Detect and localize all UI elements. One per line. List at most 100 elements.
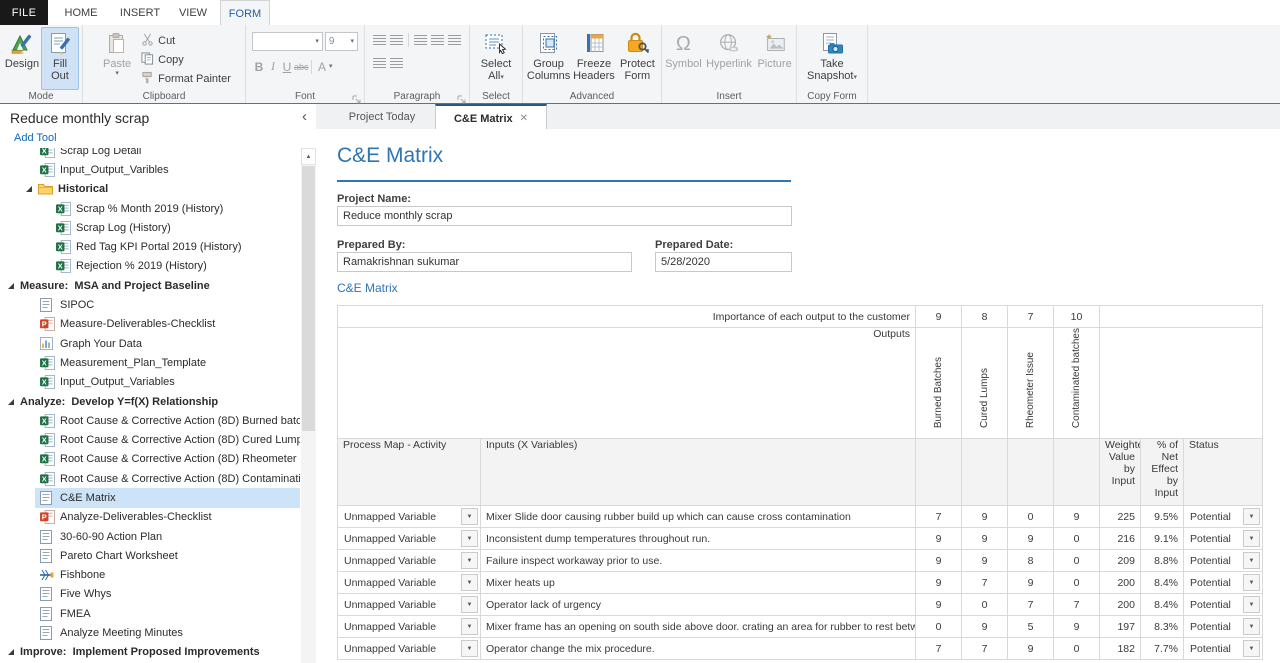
expand-triangle-icon[interactable] [8,283,14,289]
activity-dropdown[interactable]: Unmapped Variable▼ [338,572,481,594]
font-name-combobox[interactable]: ▾ [252,32,323,51]
input-variable-cell[interactable]: Failure inspect workaway prior to use. [481,550,916,572]
score-cell[interactable]: 9 [1054,506,1100,528]
copy-button[interactable]: Copy [141,50,231,69]
prepared-date-input[interactable]: 5/28/2020 [655,252,792,272]
output-name-cell[interactable]: Rheometer Issue [1008,328,1054,439]
ribbon-tab-view[interactable]: VIEW [170,0,216,25]
expand-triangle-icon[interactable] [8,649,14,655]
input-variable-cell[interactable]: Operator change the mix procedure. [481,638,916,660]
tree-item[interactable]: Historical [0,180,300,199]
importance-value[interactable]: 7 [1008,306,1054,328]
score-cell[interactable]: 9 [1008,638,1054,660]
design-button[interactable]: Design [3,27,41,90]
bold-button[interactable]: B [252,60,266,74]
tree-item[interactable]: FMEA [0,604,300,623]
tree-item[interactable]: XScrap % Month 2019 (History) [0,199,300,218]
paste-button[interactable]: Paste ▾ [97,27,137,90]
prepared-by-input[interactable]: Ramakrishnan sukumar [337,252,632,272]
file-tab[interactable]: FILE [0,0,48,25]
score-cell[interactable]: 0 [1008,506,1054,528]
score-cell[interactable]: 9 [962,528,1008,550]
score-cell[interactable]: 7 [962,572,1008,594]
tree-item[interactable]: 30-60-90 Action Plan [0,527,300,546]
tree-item[interactable]: XScrap Log Detail [0,148,300,160]
score-cell[interactable]: 9 [1008,528,1054,550]
bullet-list-icon[interactable] [373,35,386,45]
output-name-cell[interactable]: Burned Batches [916,328,962,439]
tree-item[interactable]: PMeasure-Deliverables-Checklist [0,315,300,334]
dropdown-arrow-icon[interactable]: ▼ [461,596,478,613]
ribbon-tab-insert[interactable]: INSERT [112,0,168,25]
tree-item[interactable]: Pareto Chart Worksheet [0,546,300,565]
tree-item[interactable]: XRoot Cause & Corrective Action (8D) Con… [0,469,300,488]
activity-dropdown[interactable]: Unmapped Variable▼ [338,616,481,638]
expand-triangle-icon[interactable] [26,186,32,192]
dropdown-arrow-icon[interactable]: ▼ [461,552,478,569]
picture-button[interactable]: Picture [755,27,794,90]
status-dropdown[interactable]: Potential▼ [1184,506,1263,528]
activity-dropdown[interactable]: Unmapped Variable▼ [338,594,481,616]
dropdown-arrow-icon[interactable]: ▼ [1243,596,1260,613]
score-cell[interactable]: 5 [1008,616,1054,638]
score-cell[interactable]: 0 [1054,638,1100,660]
align-center-icon[interactable] [431,35,444,45]
fill-out-button[interactable]: Fill Out [41,27,79,90]
dropdown-arrow-icon[interactable]: ▼ [1243,618,1260,635]
score-cell[interactable]: 9 [916,528,962,550]
score-cell[interactable]: 7 [1008,594,1054,616]
hyperlink-button[interactable]: Hyperlink [703,27,755,90]
score-cell[interactable]: 9 [1054,616,1100,638]
dialog-launcher-icon[interactable] [457,92,467,102]
tree-item[interactable]: Five Whys [0,585,300,604]
align-left-icon[interactable] [414,35,427,45]
score-cell[interactable]: 0 [962,594,1008,616]
scroll-up-icon[interactable]: ▲ [301,148,316,165]
tree-item[interactable]: Fishbone [0,566,300,585]
tree-item[interactable]: PAnalyze-Deliverables-Checklist [0,508,300,527]
ribbon-tab-home[interactable]: HOME [52,0,110,25]
input-variable-cell[interactable]: Mixer heats up [481,572,916,594]
tree-item[interactable]: XRoot Cause & Corrective Action (8D) Cur… [0,430,300,449]
tree-item[interactable]: Graph Your Data [0,334,300,353]
score-cell[interactable]: 9 [916,550,962,572]
score-cell[interactable]: 9 [916,572,962,594]
activity-dropdown[interactable]: Unmapped Variable▼ [338,550,481,572]
importance-value[interactable]: 8 [962,306,1008,328]
cut-button[interactable]: Cut [141,31,231,50]
decrease-indent-icon[interactable] [390,58,403,68]
score-cell[interactable]: 9 [1008,572,1054,594]
score-cell[interactable]: 7 [916,506,962,528]
tree-section[interactable]: Improve: Implement Proposed Improvements [0,643,300,662]
score-cell[interactable]: 7 [1054,594,1100,616]
importance-value[interactable]: 9 [916,306,962,328]
dropdown-arrow-icon[interactable]: ▼ [1243,574,1260,591]
status-dropdown[interactable]: Potential▼ [1184,572,1263,594]
scrollbar-thumb[interactable] [302,166,315,431]
score-cell[interactable]: 0 [1054,572,1100,594]
tree-item[interactable]: XRejection % 2019 (History) [0,257,300,276]
score-cell[interactable]: 7 [962,638,1008,660]
font-color-button[interactable]: A [315,60,329,74]
input-variable-cell[interactable]: Mixer frame has an opening on south side… [481,616,916,638]
numbered-list-icon[interactable] [390,35,403,45]
score-cell[interactable]: 9 [962,550,1008,572]
tree-item[interactable]: XRed Tag KPI Portal 2019 (History) [0,237,300,256]
dropdown-arrow-icon[interactable]: ▼ [1243,508,1260,525]
input-variable-cell[interactable]: Inconsistent dump temperatures throughou… [481,528,916,550]
tree-item[interactable]: XRoot Cause & Corrective Action (8D) Rhe… [0,450,300,469]
score-cell[interactable]: 7 [916,638,962,660]
dropdown-arrow-icon[interactable]: ▼ [461,574,478,591]
importance-value[interactable]: 10 [1054,306,1100,328]
tree-item[interactable]: XInput_Output_Variables [0,373,300,392]
dropdown-arrow-icon[interactable]: ▼ [1243,530,1260,547]
status-dropdown[interactable]: Potential▼ [1184,594,1263,616]
status-dropdown[interactable]: Potential▼ [1184,616,1263,638]
dropdown-arrow-icon[interactable]: ▼ [461,508,478,525]
status-dropdown[interactable]: Potential▼ [1184,550,1263,572]
tree-item[interactable]: XRoot Cause & Corrective Action (8D) Bur… [0,411,300,430]
score-cell[interactable]: 0 [1054,550,1100,572]
align-right-icon[interactable] [448,35,461,45]
activity-dropdown[interactable]: Unmapped Variable▼ [338,528,481,550]
select-all-button[interactable]: Select All▾ [474,27,518,90]
